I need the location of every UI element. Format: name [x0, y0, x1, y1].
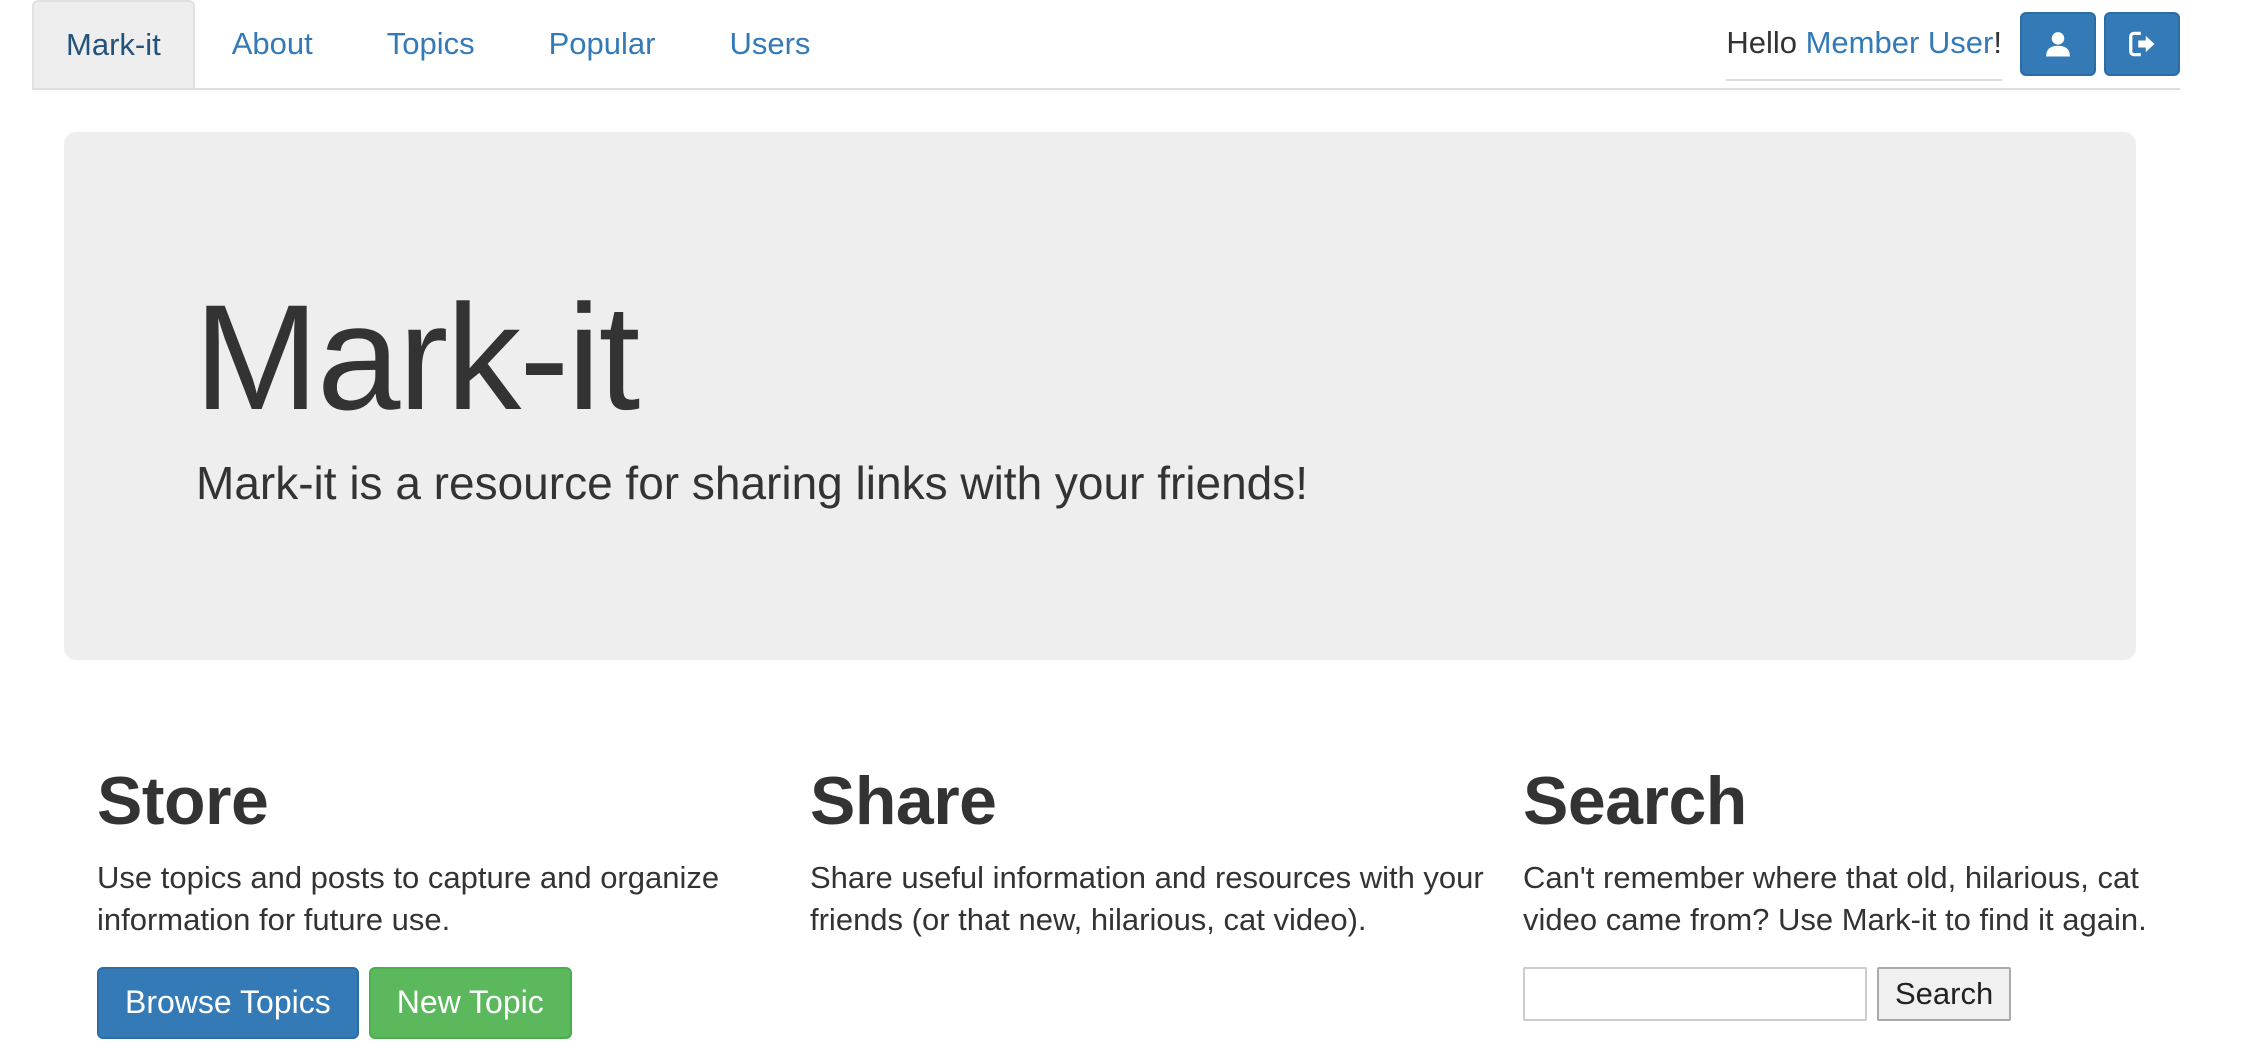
search-heading: Search — [1523, 763, 1747, 839]
tab-users[interactable]: Users — [692, 0, 847, 88]
share-heading: Share — [810, 763, 997, 839]
navbar: Mark-it About Topics Popular Users Hello… — [32, 0, 2180, 90]
search-form: Search — [1523, 966, 2203, 1021]
greeting: Hello Member User! — [1726, 25, 2002, 81]
username-link[interactable]: Member User — [1806, 25, 1994, 60]
browse-topics-button[interactable]: Browse Topics — [97, 966, 359, 1039]
tab-about[interactable]: About — [195, 0, 350, 88]
store-description: Use topics and posts to capture and orga… — [97, 859, 720, 937]
nav-user-area: Hello Member User! — [1726, 12, 2180, 81]
new-topic-button[interactable]: New Topic — [368, 966, 572, 1039]
nav-tabs: Mark-it About Topics Popular Users — [32, 0, 847, 88]
store-actions: Browse Topics New Topic — [97, 966, 777, 1039]
hero-subtitle: Mark-it is a resource for sharing links … — [196, 457, 1309, 509]
profile-button[interactable] — [2020, 12, 2096, 76]
tab-mark-it[interactable]: Mark-it — [32, 0, 195, 88]
search-input[interactable] — [1523, 966, 1867, 1021]
search-column: Search Can't remember where that old, hi… — [1523, 764, 2203, 1021]
logout-icon — [2129, 31, 2155, 57]
search-description: Can't remember where that old, hilarious… — [1523, 859, 2147, 937]
tab-popular[interactable]: Popular — [512, 0, 693, 88]
hero-title: Mark-it — [194, 273, 640, 441]
greeting-prefix: Hello — [1726, 25, 1806, 60]
store-heading: Store — [97, 763, 269, 839]
share-description: Share useful information and resources w… — [810, 859, 1484, 937]
user-icon — [2046, 32, 2070, 57]
search-button[interactable]: Search — [1877, 966, 2012, 1021]
share-column: Share Share useful information and resou… — [810, 764, 1490, 941]
greeting-suffix: ! — [1993, 25, 2002, 60]
tab-topics[interactable]: Topics — [350, 0, 512, 88]
jumbotron: Mark-it Mark-it is a resource for sharin… — [64, 132, 2136, 660]
store-column: Store Use topics and posts to capture an… — [97, 764, 777, 1039]
logout-button[interactable] — [2104, 12, 2180, 76]
